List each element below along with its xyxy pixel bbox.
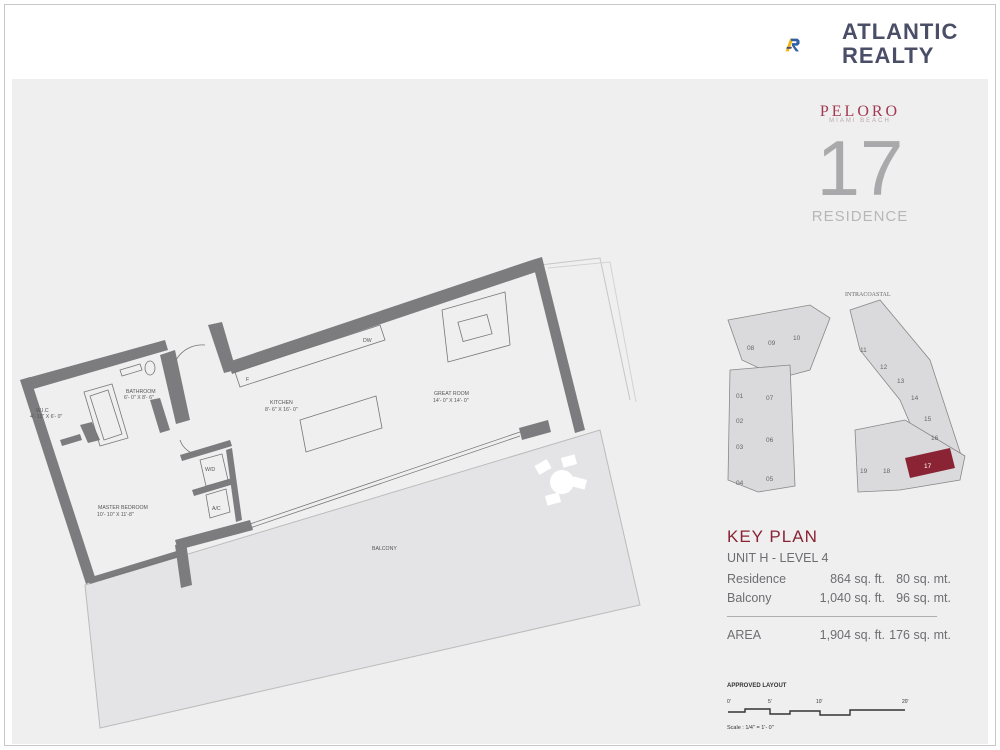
scale-bar: 0' 5' 10' 20'	[727, 699, 909, 716]
key-unit-12: 12	[880, 364, 888, 371]
area-row-balcony: Balcony 1,040 sq. ft. 96 sq. mt.	[727, 591, 951, 607]
wd-label: W/D	[205, 467, 215, 473]
scale-tick-10: 10'	[816, 699, 823, 705]
area-row-sqm: 80 sq. mt.	[896, 572, 951, 586]
key-unit-19: 19	[860, 468, 868, 475]
area-row-sqft: 864 sq. ft.	[830, 572, 885, 586]
key-unit-03: 03	[736, 444, 744, 451]
key-unit-15: 15	[924, 416, 932, 423]
key-unit-05: 05	[766, 476, 774, 483]
bathroom-dim: 6'- 0" X 8'- 6"	[124, 395, 154, 401]
ac-label: A/C	[212, 506, 221, 512]
area-row-residence: Residence 864 sq. ft. 80 sq. mt.	[727, 572, 951, 588]
fridge-label: F	[246, 377, 249, 383]
balcony-label: BALCONY	[372, 546, 397, 552]
key-unit-07: 07	[766, 395, 774, 402]
great-room-dim: 14'- 0" X 14'- 0"	[433, 398, 469, 404]
area-row-sqm: 96 sq. mt.	[896, 591, 951, 605]
approved-layout-label: APPROVED LAYOUT	[727, 683, 787, 689]
scale-tick-20: 20'	[902, 699, 909, 705]
key-unit-11: 11	[860, 347, 867, 354]
key-plan-unit-level: UNIT H - LEVEL 4	[727, 551, 829, 565]
kitchen-dim: 8'- 6" X 16'- 0"	[265, 407, 298, 413]
key-unit-18: 18	[883, 468, 891, 475]
area-row-label: Balcony	[727, 591, 772, 605]
area-total-label: AREA	[727, 628, 762, 642]
area-row-sqft: 1,040 sq. ft.	[819, 591, 885, 605]
scale-tick-5: 5'	[768, 699, 772, 705]
scale-text: Scale : 1/4" = 1'- 0"	[727, 725, 774, 731]
key-unit-06: 06	[766, 437, 774, 444]
key-unit-01: 01	[736, 393, 744, 400]
key-plan-title: KEY PLAN	[727, 527, 818, 546]
area-divider	[727, 616, 937, 617]
master-bedroom-dim: 10'- 10" X 11'-8"	[97, 512, 134, 518]
key-unit-02: 02	[736, 418, 744, 425]
key-unit-09: 09	[768, 340, 776, 347]
dw-label: DW	[363, 338, 372, 344]
master-bedroom-label: MASTER BEDROOM	[98, 505, 148, 511]
wic-dim: 4'- 11" X 6'- 0"	[30, 414, 63, 420]
key-unit-10: 10	[793, 335, 801, 342]
scale-tick-0: 0'	[727, 699, 731, 705]
area-total-sqm: 176 sq. mt.	[889, 628, 951, 642]
great-room-label: GREAT ROOM	[434, 391, 469, 397]
area-row-label: Residence	[727, 572, 787, 586]
key-unit-16: 16	[931, 435, 939, 442]
area-row-total: AREA 1,904 sq. ft. 176 sq. mt.	[727, 628, 951, 644]
key-unit-14: 14	[911, 395, 919, 402]
key-map-water-label: INTRACOASTAL	[845, 292, 891, 298]
area-total-sqft: 1,904 sq. ft.	[819, 628, 885, 642]
key-unit-13: 13	[897, 378, 905, 385]
kitchen-label: KITCHEN	[270, 400, 293, 406]
key-unit-04: 04	[736, 480, 744, 487]
key-map: INTRACOASTAL 08 09 10 01 02 03 04 05 06 …	[727, 292, 966, 493]
key-unit-08: 08	[747, 345, 755, 352]
key-unit-17: 17	[924, 463, 932, 470]
